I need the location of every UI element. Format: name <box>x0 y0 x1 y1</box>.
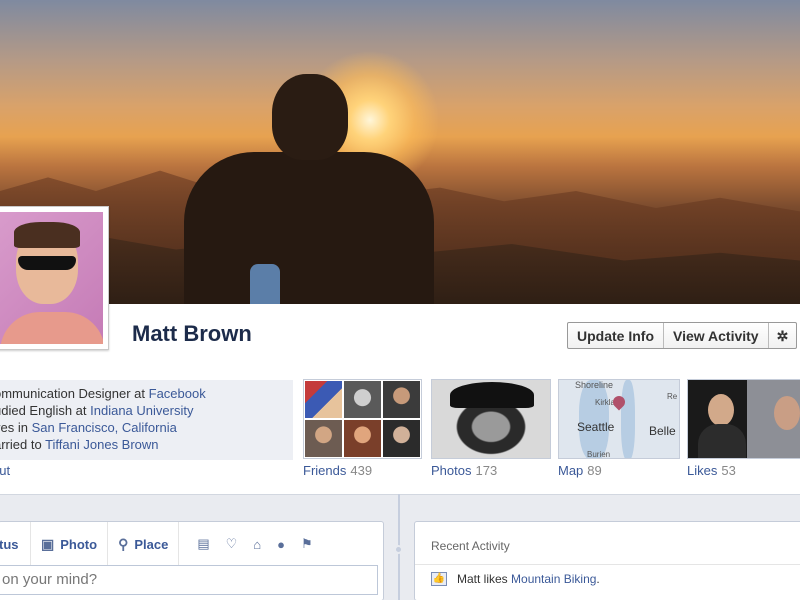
profile-shirt <box>0 312 103 344</box>
profile-photo <box>0 212 103 344</box>
about-link[interactable]: out <box>0 463 10 478</box>
profile-hair <box>14 222 80 248</box>
likes-thumbnail[interactable] <box>687 379 800 459</box>
heart-icon: ♡ <box>225 536 238 551</box>
briefcase-icon: ▤ <box>197 536 210 551</box>
recent-activity-item: 👍 Matt likes Mountain Biking. <box>431 572 600 586</box>
water-bottle <box>250 264 280 304</box>
settings-button[interactable]: ✲ <box>769 323 797 348</box>
life-event-home[interactable]: ⌂ <box>245 522 269 566</box>
mountain-biking-link[interactable]: Mountain Biking <box>511 572 596 586</box>
gear-icon: ✲ <box>776 328 789 344</box>
profile-actions: Update Info View Activity ✲ <box>567 322 798 349</box>
apple-icon: ● <box>277 536 285 552</box>
life-event-milestone[interactable]: ⚑ <box>293 522 321 566</box>
place-pin-icon: ⚲ <box>118 535 129 552</box>
info-row-education: udied English at Indiana University <box>0 403 194 418</box>
friend-photo <box>382 419 421 458</box>
profile-info-box: ommunication Designer at Facebook udied … <box>0 380 293 460</box>
recent-separator <box>415 564 800 565</box>
photos-label[interactable]: Photos 173 <box>431 463 497 478</box>
info-row-work: ommunication Designer at Facebook <box>0 386 206 401</box>
friend-photo <box>304 380 343 419</box>
friend-photo <box>304 419 343 458</box>
silhouette-head <box>272 74 348 160</box>
life-event-work[interactable]: ▤ <box>189 522 217 566</box>
map-lake <box>621 380 635 458</box>
likes-face <box>708 394 734 426</box>
likes-face <box>774 396 800 430</box>
life-event-health[interactable]: ● <box>269 522 293 566</box>
flag-icon: ⚑ <box>300 536 313 551</box>
hat-shape <box>450 382 534 408</box>
friend-photo <box>382 380 421 419</box>
likes-suit <box>698 424 746 458</box>
cover-photo[interactable] <box>0 0 800 304</box>
profile-picture[interactable] <box>0 206 109 350</box>
map-thumbnail[interactable]: Shoreline Kirkland Seattle Belle Re Buri… <box>558 379 680 459</box>
photo-tab[interactable]: ▣ Photo <box>31 522 109 566</box>
friend-photo <box>343 380 382 419</box>
likes-label[interactable]: Likes 53 <box>687 463 736 478</box>
cover-person-silhouette <box>184 74 434 304</box>
place-tab[interactable]: ⚲ Place <box>108 522 180 566</box>
friends-thumbnail[interactable] <box>303 379 422 459</box>
recent-activity-title: Recent Activity <box>431 539 510 553</box>
home-icon: ⌂ <box>253 536 262 552</box>
status-composer: tus ▣ Photo ⚲ Place ▤ ♡ ⌂ ● ⚑ on your mind… <box>0 521 384 600</box>
sunglasses <box>18 256 76 270</box>
thumbs-up-icon: 👍 <box>431 572 447 586</box>
status-tab[interactable]: tus <box>0 522 31 566</box>
silhouette-body <box>184 152 434 304</box>
photo-icon: ▣ <box>41 535 55 552</box>
update-info-button[interactable]: Update Info <box>568 323 664 348</box>
location-link[interactable]: San Francisco, California <box>32 420 177 435</box>
education-link[interactable]: Indiana University <box>90 403 193 418</box>
profile-name[interactable]: Matt Brown <box>132 321 252 347</box>
work-link[interactable]: Facebook <box>149 386 206 401</box>
friends-label[interactable]: Friends 439 <box>303 463 372 478</box>
friend-photo <box>343 419 382 458</box>
photos-thumbnail[interactable] <box>431 379 551 459</box>
view-activity-button[interactable]: View Activity <box>664 323 769 348</box>
recent-activity-box: Recent Activity 👍 Matt likes Mountain Bi… <box>414 521 800 600</box>
composer-tabs: tus ▣ Photo ⚲ Place ▤ ♡ ⌂ ● ⚑ <box>0 522 383 566</box>
friends-grid <box>304 380 421 458</box>
map-label[interactable]: Map 89 <box>558 463 602 478</box>
info-row-location: ves in San Francisco, California <box>0 420 177 435</box>
status-input[interactable]: on your mind? <box>0 565 378 595</box>
timeline-dot <box>394 545 403 554</box>
relationship-link[interactable]: Tiffani Jones Brown <box>45 437 158 452</box>
info-row-relationship: arried to Tiffani Jones Brown <box>0 437 159 452</box>
life-event-relationship[interactable]: ♡ <box>218 522 246 566</box>
